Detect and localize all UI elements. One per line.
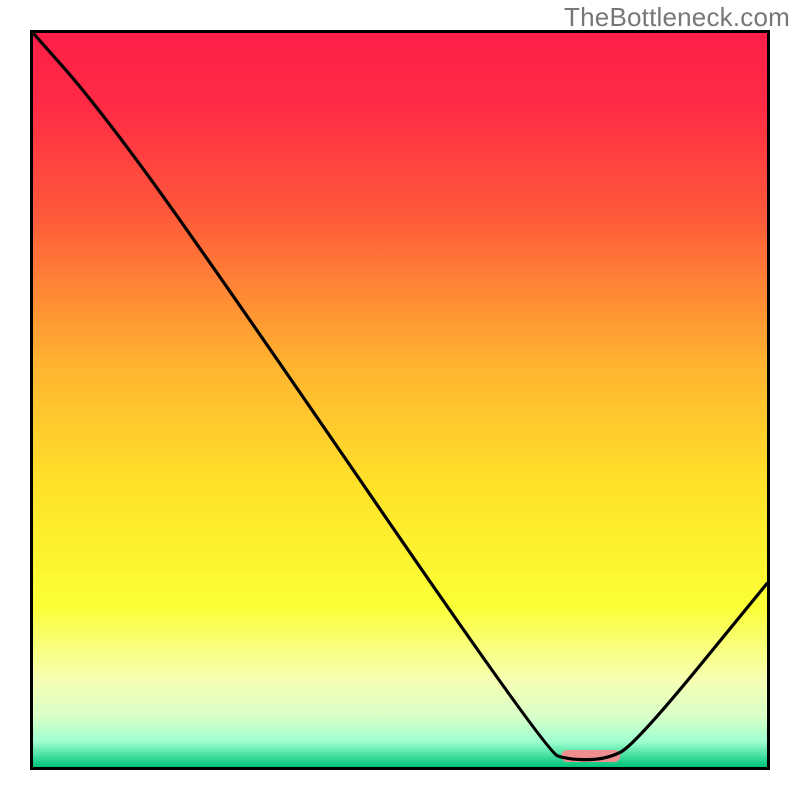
chart-svg (33, 33, 767, 767)
chart-background (33, 33, 767, 767)
watermark-text: TheBottleneck.com (564, 2, 790, 33)
chart-canvas (33, 33, 767, 767)
chart-frame (30, 30, 770, 770)
